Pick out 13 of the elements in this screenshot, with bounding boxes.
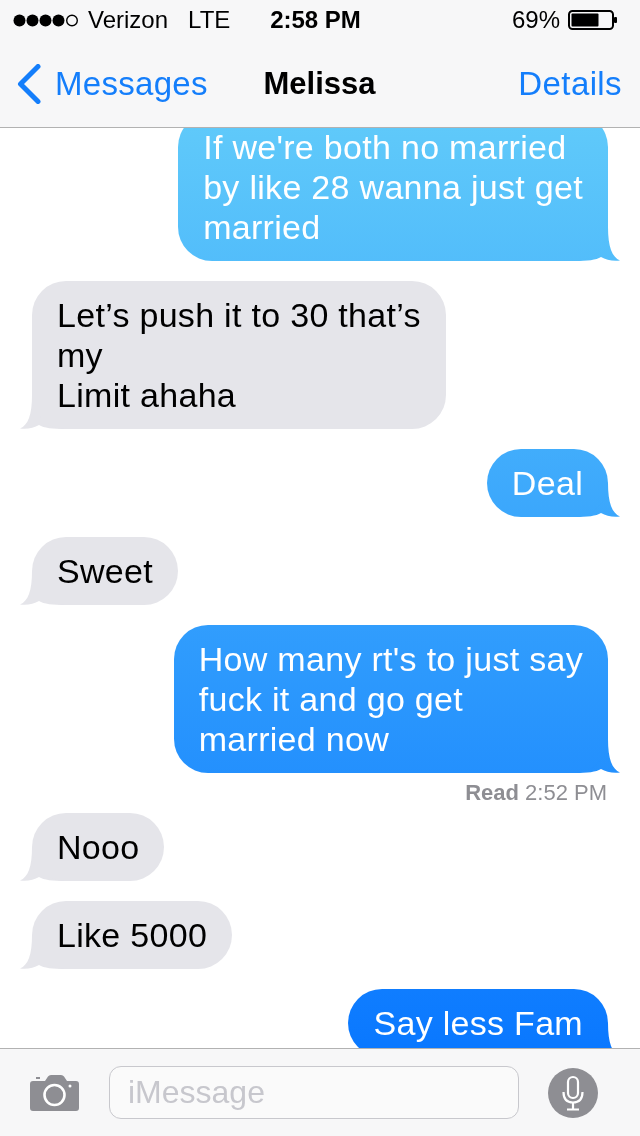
read-receipt: Read 2:52 PM	[465, 781, 607, 805]
microphone-icon[interactable]	[548, 1067, 598, 1118]
conversation-title: Melissa	[263, 65, 376, 102]
details-link[interactable]: Details	[518, 64, 622, 103]
battery-icon	[568, 10, 618, 30]
battery-percentage: 69%	[511, 6, 560, 34]
network-type: LTE	[188, 6, 231, 34]
signal-strength-icon	[13, 13, 79, 27]
status-time: 2:58 PM	[270, 6, 361, 34]
camera-icon[interactable]	[30, 1074, 79, 1111]
back-button[interactable]: Messages	[17, 63, 208, 104]
chevron-icon	[17, 63, 41, 104]
carrier-name: Verizon	[88, 6, 169, 34]
